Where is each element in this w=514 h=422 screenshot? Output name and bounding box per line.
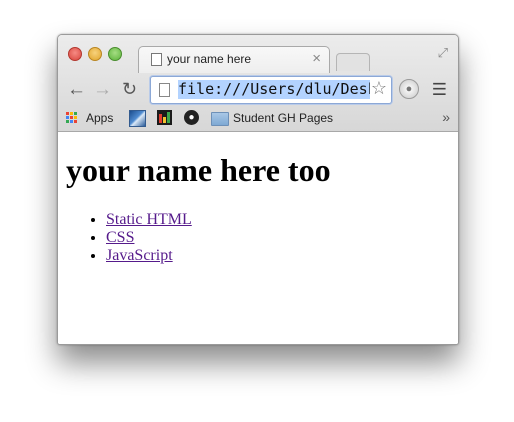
list-item: Static HTML xyxy=(106,211,192,229)
close-window-button[interactable] xyxy=(68,47,82,61)
document-icon xyxy=(151,53,162,66)
list-item: JavaScript xyxy=(106,247,192,265)
maximize-window-button[interactable] xyxy=(108,47,122,61)
link-css[interactable]: CSS xyxy=(106,229,134,246)
apps-grid-icon[interactable] xyxy=(66,112,78,124)
bookmark-student-gh-pages[interactable]: Student GH Pages xyxy=(233,111,333,125)
fullscreen-icon[interactable]: ⤢ xyxy=(438,45,448,61)
bookmarks-overflow-icon[interactable]: » xyxy=(442,109,450,125)
github-icon[interactable]: ● xyxy=(184,110,199,125)
link-javascript[interactable]: JavaScript xyxy=(106,247,173,264)
browser-toolbar: your name here × ⤢ ← → ↻ file:///Users/d… xyxy=(58,35,458,132)
url-text[interactable]: file:///Users/dlu/Desktop/i xyxy=(178,80,370,99)
minimize-window-button[interactable] xyxy=(88,47,102,61)
list-item: CSS xyxy=(106,229,192,247)
bookmarks-bar: Apps ● Student GH Pages » xyxy=(58,107,458,129)
link-static-html[interactable]: Static HTML xyxy=(106,211,192,228)
forward-button[interactable]: → xyxy=(93,79,112,101)
browser-window: your name here × ⤢ ← → ↻ file:///Users/d… xyxy=(57,34,459,345)
folder-icon xyxy=(211,112,229,126)
tab-close-icon[interactable]: × xyxy=(312,50,321,67)
reload-button[interactable]: ↻ xyxy=(122,79,137,100)
link-list: Static HTML CSS JavaScript xyxy=(58,211,192,265)
bookmark-star-icon[interactable]: ☆ xyxy=(371,78,387,99)
bookmark-site-icon[interactable] xyxy=(129,110,146,127)
bookmark-chart-icon[interactable] xyxy=(157,110,172,125)
page-content: your name here too Static HTML CSS JavaS… xyxy=(58,132,458,344)
address-bar[interactable]: file:///Users/dlu/Desktop/i ☆ xyxy=(150,76,392,104)
menu-icon[interactable]: ☰ xyxy=(432,80,447,100)
browser-tab[interactable]: your name here × xyxy=(138,46,330,73)
page-heading: your name here too xyxy=(66,152,331,188)
page-icon xyxy=(159,83,170,97)
new-tab-button[interactable] xyxy=(336,53,370,71)
tab-title: your name here xyxy=(167,52,252,66)
extension-icon[interactable]: ● xyxy=(399,79,419,99)
back-button[interactable]: ← xyxy=(67,79,86,101)
bookmark-apps[interactable]: Apps xyxy=(86,111,113,125)
